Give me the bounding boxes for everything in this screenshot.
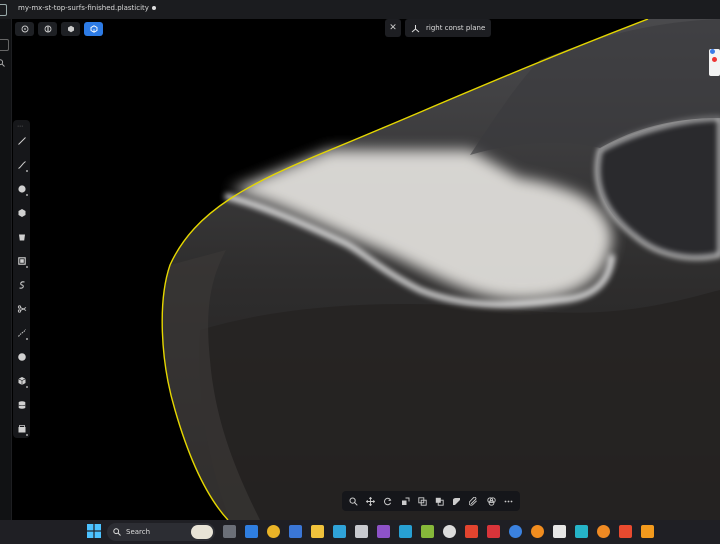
spiral-icon[interactable] (13, 276, 30, 294)
bezier-icon[interactable] (13, 324, 30, 342)
title-bar: my-mx-st-top-surfs-finished.plasticity (0, 0, 720, 19)
shaded-lines-mode-button[interactable] (38, 22, 57, 36)
plane-label: right const plane (426, 24, 486, 32)
app-icon-10[interactable] (575, 525, 588, 538)
app-icon-7[interactable] (465, 525, 478, 538)
cube-icon[interactable] (13, 372, 30, 390)
shell-icon[interactable] (484, 494, 498, 508)
boolean-icon[interactable] (433, 494, 447, 508)
shaded-icon (67, 25, 74, 33)
scale-icon[interactable] (398, 494, 412, 508)
taskbar-search[interactable]: Search (107, 523, 215, 541)
polygon-icon[interactable] (13, 204, 30, 222)
xray-mode-button[interactable] (84, 22, 103, 36)
sphere-icon[interactable] (13, 348, 30, 366)
wireframe-icon (21, 25, 28, 33)
offset-icon[interactable] (415, 494, 429, 508)
app-icon-9[interactable] (509, 525, 522, 538)
bucket-icon[interactable] (13, 420, 30, 438)
close-icon[interactable]: ✕ (385, 19, 401, 37)
rectangle-icon[interactable] (13, 252, 30, 270)
sidebar-toggle-icon[interactable] (0, 4, 7, 16)
unsaved-dot-icon (151, 6, 156, 10)
cylinder-icon[interactable] (13, 396, 30, 414)
chrome-icon[interactable] (267, 525, 280, 538)
rotate-icon[interactable] (381, 494, 395, 508)
box-icon[interactable] (13, 228, 30, 246)
curve-icon[interactable] (13, 156, 30, 174)
model-surface[interactable] (0, 19, 720, 520)
search-icon[interactable] (347, 494, 361, 508)
move-icon[interactable] (364, 494, 378, 508)
viewport-3d[interactable] (0, 19, 720, 520)
store-icon[interactable] (289, 525, 302, 538)
search-icon[interactable] (0, 59, 5, 69)
command-toolbar (342, 491, 520, 511)
app-icon-4[interactable] (399, 525, 412, 538)
app-icon-2[interactable] (355, 525, 368, 538)
widgets-icon[interactable] (245, 525, 258, 538)
grip-handle-icon[interactable]: ⋯ (17, 123, 23, 130)
construction-plane-panel: ✕ right const plane (385, 19, 492, 37)
circle-icon[interactable] (13, 180, 30, 198)
more-icon[interactable] (501, 494, 515, 508)
wireframe-mode-button[interactable] (15, 22, 34, 36)
axis-icon (411, 24, 420, 32)
cut-icon[interactable] (450, 494, 464, 508)
plane-selector[interactable]: right const plane (405, 19, 492, 37)
search-label: Search (126, 528, 151, 536)
window-title: my-mx-st-top-surfs-finished.plasticity (18, 4, 156, 12)
fillet-icon[interactable] (467, 494, 481, 508)
search-highlight-icon (191, 525, 213, 539)
axis-x-icon (712, 57, 717, 62)
file-explorer-icon[interactable] (311, 525, 324, 538)
blender-icon[interactable] (531, 525, 544, 538)
view-cube[interactable] (709, 49, 720, 76)
app-icon-3[interactable] (377, 525, 390, 538)
task-view-icon[interactable] (223, 525, 236, 538)
app-icon-8[interactable] (487, 525, 500, 538)
xray-icon (90, 25, 97, 33)
search-icon (113, 528, 121, 536)
app-icon-5[interactable] (421, 525, 434, 538)
shaded-lines-icon (44, 25, 51, 33)
trim-icon[interactable] (13, 300, 30, 318)
windows-start-icon[interactable] (87, 524, 101, 538)
axis-z-icon (710, 49, 715, 54)
brave-icon[interactable] (619, 525, 632, 538)
panel-icon[interactable] (0, 39, 9, 51)
view-mode-group (15, 22, 103, 37)
shaded-mode-button[interactable] (61, 22, 80, 36)
left-rail (0, 19, 12, 520)
plasticity-icon[interactable] (553, 525, 566, 538)
line-icon[interactable] (13, 132, 30, 150)
app-icon-1[interactable] (333, 525, 346, 538)
app-icon-6[interactable] (443, 525, 456, 538)
blender-icon-2[interactable] (597, 525, 610, 538)
vlc-icon[interactable] (641, 525, 654, 538)
creation-toolbar: ⋯ (13, 120, 30, 438)
